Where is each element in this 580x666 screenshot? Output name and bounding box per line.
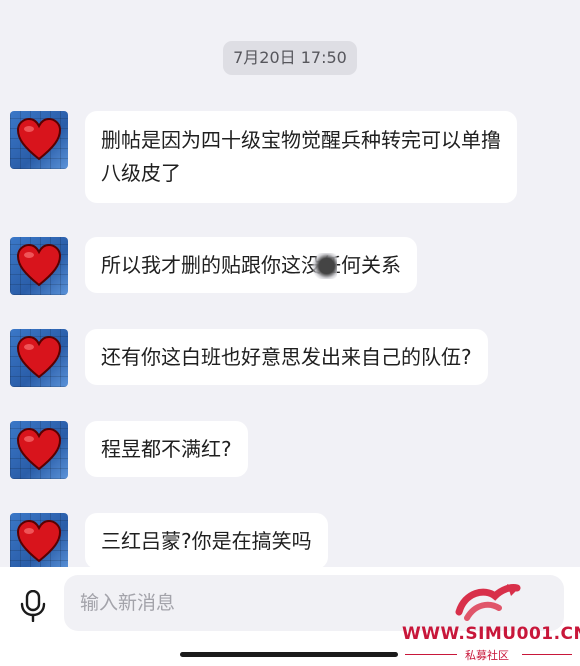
- watermark-site: WWW.SIMU001.CN: [402, 624, 580, 644]
- microphone-icon[interactable]: [19, 589, 47, 626]
- heart-icon: [16, 519, 62, 563]
- heart-icon: [16, 117, 62, 161]
- watermark-subtitle: 私募社区: [465, 649, 509, 662]
- heart-icon: [16, 243, 62, 287]
- avatar[interactable]: [10, 329, 68, 387]
- watermark-divider-left: [405, 654, 457, 655]
- message-input-placeholder: 输入新消息: [80, 592, 176, 614]
- message-bubble[interactable]: 所以我才删的贴跟你这没任何关系: [85, 237, 417, 293]
- message-bubble[interactable]: 还有你这白班也好意思发出来自己的队伍?: [85, 329, 488, 385]
- watermark-divider-right: [522, 654, 572, 655]
- avatar[interactable]: [10, 237, 68, 295]
- watermark-logo-icon: [455, 582, 521, 626]
- message-bubble[interactable]: 三红吕蒙?你是在搞笑吗: [85, 513, 328, 569]
- message-bubble[interactable]: 程昱都不满红?: [85, 421, 248, 477]
- message-bubble[interactable]: 删帖是因为四十级宝物觉醒兵种转完可以单撸八级皮了: [85, 111, 517, 203]
- redaction-blur: [311, 253, 337, 279]
- avatar[interactable]: [10, 513, 68, 571]
- heart-icon: [16, 427, 62, 471]
- chat-timestamp: 7月20日 17:50: [223, 41, 357, 75]
- avatar[interactable]: [10, 111, 68, 169]
- avatar[interactable]: [10, 421, 68, 479]
- home-indicator[interactable]: [180, 652, 398, 657]
- heart-icon: [16, 335, 62, 379]
